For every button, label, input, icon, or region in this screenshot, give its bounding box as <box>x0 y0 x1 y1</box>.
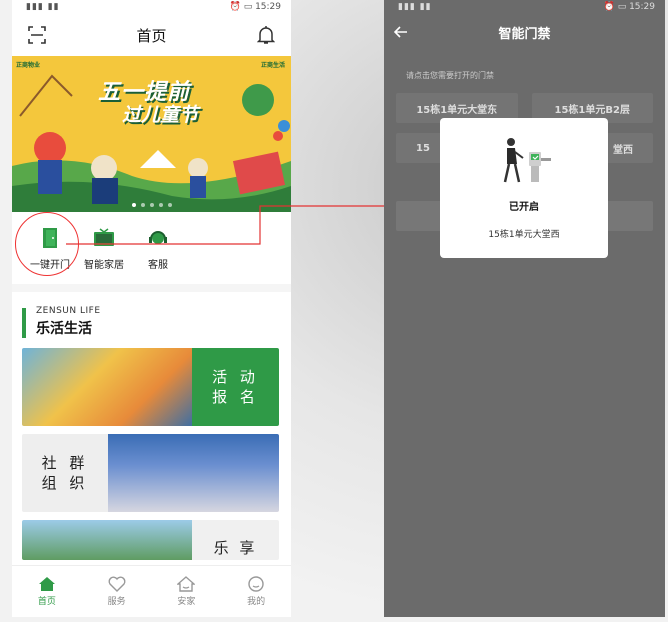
customer-service-button[interactable]: 客服 <box>132 226 184 276</box>
tab-home[interactable]: 首页 <box>12 566 82 617</box>
smiley-icon <box>248 576 264 592</box>
page-title: 智能门禁 <box>498 26 551 42</box>
banner-headline-2: 过儿童节 <box>122 104 199 126</box>
enjoy-photo <box>22 520 194 560</box>
dialog-title: 已开启 <box>509 202 539 213</box>
life-section-en: ZENSUN LIFE <box>36 306 101 316</box>
scan-icon[interactable] <box>24 22 50 48</box>
status-right: ⏰ ▭ 15:29 <box>229 2 281 12</box>
tab-label: 首页 <box>37 597 56 607</box>
bottom-tab-bar: 首页 服务 安家 我的 <box>12 565 291 617</box>
activity-signup-card[interactable]: 活 动 报 名 <box>22 348 279 426</box>
group-photo <box>108 434 279 512</box>
banner-brand-left: 正商物业 <box>16 62 41 69</box>
divider <box>12 284 291 292</box>
enjoy-card[interactable]: 乐 享 <box>22 520 279 560</box>
card-label: 活 动 报 名 <box>192 348 279 426</box>
community-groups-card[interactable]: 社 群 组 织 <box>22 434 279 512</box>
tab-label: 安家 <box>177 597 196 607</box>
pager-dot <box>149 203 154 207</box>
door-opened-dialog[interactable]: 已开启 15栋1单元大堂西 <box>440 118 608 258</box>
tab-label: 我的 <box>247 597 266 607</box>
life-section-header: ZENSUN LIFE 乐活生活 <box>12 292 291 348</box>
tab-service[interactable]: 服务 <box>82 566 152 617</box>
quick-action-label: 客服 <box>148 260 168 271</box>
status-right: ⏰ ▭ 15:29 <box>603 2 655 12</box>
access-control-screen: ▮▮▮ ▮▮ ⏰ ▭ 15:29 智能门禁 请点击您需要打开的门禁 15栋1单元… <box>384 0 665 617</box>
person-turnstile-icon <box>495 136 553 188</box>
house-icon <box>177 576 196 592</box>
promo-banner[interactable]: 正商物业 正商生活 五一提前 过儿童节 <box>12 56 291 212</box>
top-bar: 首页 <box>12 14 291 56</box>
tv-icon <box>93 226 115 250</box>
heart-hand-icon <box>108 576 126 592</box>
dialog-door-name: 15栋1单元大堂西 <box>488 230 560 240</box>
pager-dot <box>140 203 145 207</box>
pager-dot <box>158 203 163 207</box>
bell-icon[interactable] <box>253 22 279 48</box>
pager-dot <box>167 203 172 207</box>
signal-icon: ▮▮▮ ▮▮ <box>26 2 60 12</box>
signal-icon: ▮▮▮ ▮▮ <box>398 2 432 12</box>
status-time: 15:29 <box>255 2 281 12</box>
smart-home-button[interactable]: 智能家居 <box>78 226 130 276</box>
life-section-zh: 乐活生活 <box>36 321 92 337</box>
tab-mine[interactable]: 我的 <box>221 566 291 617</box>
headset-icon <box>148 226 168 250</box>
home-icon <box>38 577 55 591</box>
banner-pager <box>12 203 291 207</box>
door-hint: 请点击您需要打开的门禁 <box>406 71 494 80</box>
card-label: 乐 享 <box>192 520 279 560</box>
status-bar: ▮▮▮ ▮▮ ⏰ ▭ 15:29 <box>12 0 291 14</box>
card-label: 社 群 组 织 <box>22 434 108 512</box>
status-time: 15:29 <box>629 2 655 12</box>
tab-home-settle[interactable]: 安家 <box>152 566 222 617</box>
banner-brand-right: 正商生活 <box>260 62 285 69</box>
tab-label: 服务 <box>107 597 126 607</box>
section-accent-bar <box>22 308 26 338</box>
page-title: 首页 <box>136 26 167 45</box>
pager-dot <box>131 203 136 207</box>
status-bar: ▮▮▮ ▮▮ ⏰ ▭ 15:29 <box>384 0 665 14</box>
quick-action-label: 智能家居 <box>84 260 124 271</box>
highlight-circle <box>15 212 79 276</box>
top-bar: 智能门禁 <box>384 14 665 50</box>
activity-photo <box>22 348 194 426</box>
home-screen: ▮▮▮ ▮▮ ⏰ ▭ 15:29 首页 正商物业 正商生活 五一提前 过儿童节 … <box>12 0 291 617</box>
